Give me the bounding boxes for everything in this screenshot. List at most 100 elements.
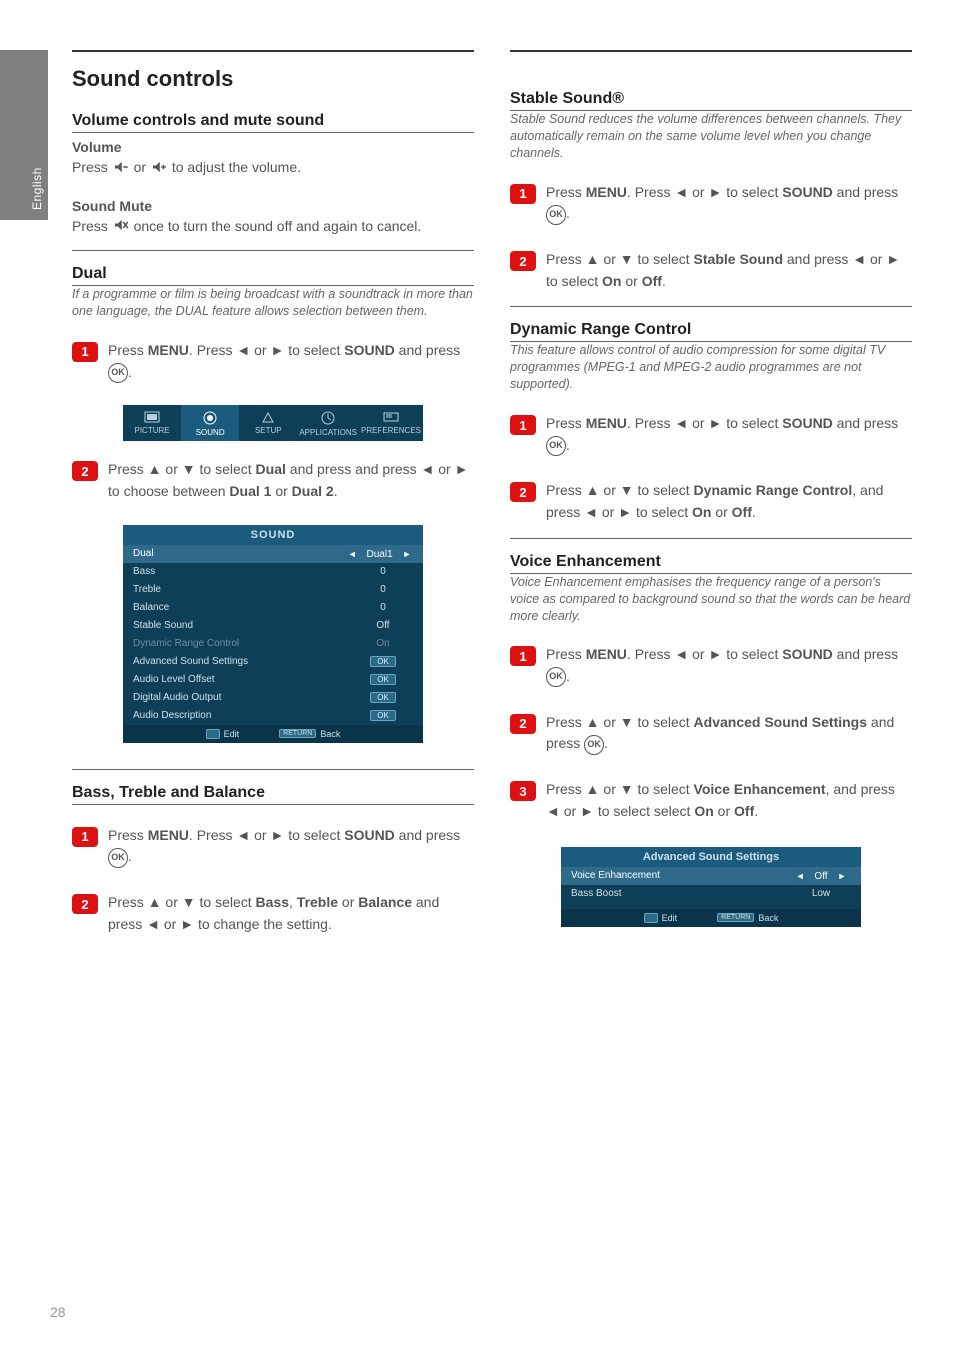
osd-row-label: Bass — [133, 566, 155, 577]
side-tab-label: English — [30, 167, 44, 210]
stable-caption: Stable Sound reduces the volume differen… — [510, 111, 912, 162]
osd-row-value: ◄ Off ► — [791, 870, 851, 882]
dpad-icon — [644, 913, 658, 923]
osd-row: Bass Boost Low — [561, 885, 861, 903]
osd-row: Advanced Sound Settings OK — [123, 653, 423, 671]
step-number-icon: 1 — [72, 827, 98, 847]
osd-row-label: Audio Level Offset — [133, 674, 215, 685]
left-column: Sound controls Volume controls and mute … — [72, 50, 474, 949]
osd-sound-menu: SOUND Dual◄ Dual1 ►Bass0Treble0Balance0S… — [123, 525, 423, 743]
osd-row-label: Voice Enhancement — [571, 870, 660, 881]
ve-step-3: 3 Press ▲ or ▼ to select Voice Enhanceme… — [510, 779, 912, 822]
osd-row: Stable Sound Off — [123, 617, 423, 635]
osd-row-label: Audio Description — [133, 710, 211, 721]
sound-icon — [202, 411, 218, 425]
osd2-footer: Edit RETURN Back — [561, 909, 861, 927]
drc-step-1: 1 Press MENU. Press ◄ or ► to select SOU… — [510, 413, 912, 456]
ok-icon: OK — [108, 848, 128, 868]
stable-step-1: 1 Press MENU. Press ◄ or ► to select SOU… — [510, 182, 912, 225]
subhead-drc: Dynamic Range Control — [510, 321, 912, 339]
osd-tab-sound: SOUND — [181, 405, 239, 441]
osd-row-value: 0 — [353, 566, 413, 577]
subhead-ve: Voice Enhancement — [510, 553, 912, 571]
osd-row-value: Low — [791, 888, 851, 899]
language-side-tab: English — [0, 50, 48, 220]
volume-up-icon — [150, 158, 168, 180]
mute-block: Sound Mute Press once to turn the sound … — [72, 196, 474, 239]
osd-row-label: Stable Sound — [133, 620, 193, 631]
osd-row: Bass 0 — [123, 563, 423, 581]
drc-caption: This feature allows control of audio com… — [510, 342, 912, 393]
osd-footer: Edit RETURN Back — [123, 725, 423, 743]
ve-caption: Voice Enhancement emphasises the frequen… — [510, 574, 912, 625]
volume-block: Volume Press or to adjust the volume. — [72, 137, 474, 180]
dual-step-2: 2 Press ▲ or ▼ to select Dual and press … — [72, 459, 474, 502]
mute-icon — [112, 216, 130, 238]
mute-label: Sound Mute — [72, 198, 152, 214]
ve-step-2: 2 Press ▲ or ▼ to select Advanced Sound … — [510, 712, 912, 755]
volume-down-icon — [112, 158, 130, 180]
osd-tab-setup: SETUP — [239, 405, 297, 441]
osd-title: SOUND — [123, 525, 423, 545]
step-number-icon: 3 — [510, 781, 536, 801]
osd-tab-preferences: PREFERENCES — [359, 405, 423, 441]
osd-row-label: Bass Boost — [571, 888, 622, 899]
osd-row: Treble0 — [123, 581, 423, 599]
osd-row-value: ◄ Dual1 ► — [346, 548, 413, 560]
setup-icon — [260, 411, 276, 423]
osd-row-value: OK — [353, 674, 413, 685]
drc-step-2: 2 Press ▲ or ▼ to select Dynamic Range C… — [510, 480, 912, 523]
osd-row-label: Digital Audio Output — [133, 692, 221, 703]
subhead-volume: Volume controls and mute sound — [72, 112, 474, 130]
return-icon: RETURN — [279, 729, 316, 738]
osd-row: Audio Description OK — [123, 707, 423, 725]
ve-step-1: 1 Press MENU. Press ◄ or ► to select SOU… — [510, 644, 912, 687]
btb-step-1: 1 Press MENU. Press ◄ or ► to select SOU… — [72, 825, 474, 868]
osd-row-value: OK — [353, 710, 413, 721]
step-number-icon: 2 — [510, 251, 536, 271]
osd-row-label: Dynamic Range Control — [133, 638, 239, 649]
stable-step-2: 2 Press ▲ or ▼ to select Stable Sound an… — [510, 249, 912, 292]
page: English Sound controls Volume controls a… — [0, 0, 954, 1352]
osd-row-value: OK — [353, 656, 413, 667]
dual-caption: If a programme or film is being broadcas… — [72, 286, 474, 320]
osd-tab-picture: PICTURE — [123, 405, 181, 441]
osd-row: Audio Level Offset OK — [123, 671, 423, 689]
osd-row-value: 0 — [353, 602, 413, 613]
osd-row: Dynamic Range Control On — [123, 635, 423, 653]
osd-row-value: Off — [353, 620, 413, 631]
preferences-icon — [383, 411, 399, 423]
dpad-icon — [206, 729, 220, 739]
osd2-title: Advanced Sound Settings — [561, 847, 861, 867]
osd-row: Balance 0 — [123, 599, 423, 617]
step-number-icon: 1 — [510, 415, 536, 435]
osd-row-value: 0 — [353, 584, 413, 595]
osd-row: Voice Enhancement ◄ Off ► — [561, 867, 861, 885]
return-icon: RETURN — [717, 913, 754, 922]
ok-icon: OK — [546, 436, 566, 456]
step-number-icon: 2 — [72, 461, 98, 481]
osd-row-label: Dual — [133, 548, 154, 559]
page-title: Sound controls — [72, 66, 474, 92]
step-number-icon: 1 — [510, 646, 536, 666]
osd-row-label: Advanced Sound Settings — [133, 656, 248, 667]
ok-icon: OK — [546, 205, 566, 225]
osd-row-label: Balance — [133, 602, 169, 613]
step-number-icon: 2 — [510, 714, 536, 734]
osd-row-value: OK — [353, 692, 413, 703]
step-number-icon: 2 — [72, 894, 98, 914]
step-number-icon: 1 — [510, 184, 536, 204]
applications-icon — [320, 411, 336, 425]
page-number: 28 — [50, 1304, 66, 1320]
btb-step-2: 2 Press ▲ or ▼ to select Bass, Treble or… — [72, 892, 474, 935]
osd-row: Digital Audio Output OK — [123, 689, 423, 707]
picture-icon — [144, 411, 160, 423]
ok-icon: OK — [584, 735, 604, 755]
osd-row-value: On — [353, 638, 413, 649]
volume-label: Volume — [72, 139, 122, 155]
ok-icon: OK — [546, 667, 566, 687]
dual-step-1: 1 Press MENU. Press ◄ or ► to select SOU… — [72, 340, 474, 383]
subhead-stable: Stable Sound® — [510, 90, 912, 108]
osd-menu-tabs: PICTURE SOUND SETUP APPLICATIONS — [123, 405, 423, 441]
step-number-icon: 2 — [510, 482, 536, 502]
